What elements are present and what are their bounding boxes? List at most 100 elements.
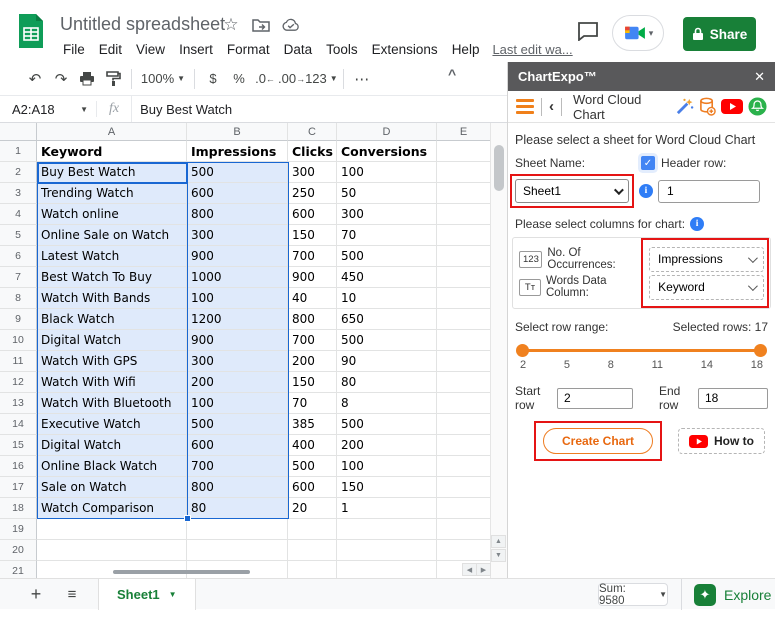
end-row-input[interactable] [698, 387, 768, 409]
cell-B17[interactable]: 800 [187, 477, 288, 498]
share-button[interactable]: Share [683, 17, 756, 51]
cell-D18[interactable]: 1 [337, 498, 437, 519]
menu-edit[interactable]: Edit [92, 40, 129, 59]
collapse-toolbar-icon[interactable]: ^ [448, 66, 456, 82]
cell-E11[interactable] [437, 351, 491, 372]
cell-C15[interactable]: 400 [288, 435, 337, 456]
menu-file[interactable]: File [56, 40, 92, 59]
cell-A1[interactable]: Keyword [37, 141, 187, 162]
print-icon[interactable] [74, 67, 100, 91]
cell-B6[interactable]: 900 [187, 246, 288, 267]
scroll-down-button[interactable]: ▼ [491, 549, 506, 562]
cell-A17[interactable]: Sale on Watch [37, 477, 187, 498]
scroll-up-button[interactable]: ▲ [491, 535, 506, 548]
start-row-input[interactable] [556, 387, 633, 409]
cell-D19[interactable] [337, 519, 437, 540]
occurrences-column-select[interactable]: Impressions [649, 246, 764, 272]
cell-E18[interactable] [437, 498, 491, 519]
cell-B5[interactable]: 300 [187, 225, 288, 246]
column-header-A[interactable]: A [37, 123, 187, 141]
cell-A12[interactable]: Watch With Wifi [37, 372, 187, 393]
cell-A7[interactable]: Best Watch To Buy [37, 267, 187, 288]
menu-format[interactable]: Format [220, 40, 277, 59]
cell-E3[interactable] [437, 183, 491, 204]
cell-D5[interactable]: 70 [337, 225, 437, 246]
cell-D11[interactable]: 90 [337, 351, 437, 372]
words-column-select[interactable]: Keyword [649, 274, 764, 300]
cell-E12[interactable] [437, 372, 491, 393]
name-box[interactable]: A2:A18 ▼ [0, 102, 96, 117]
cell-C17[interactable]: 600 [288, 477, 337, 498]
cell-B12[interactable]: 200 [187, 372, 288, 393]
cell-B20[interactable] [187, 540, 288, 561]
explore-button[interactable]: ✦ Explore [694, 582, 771, 607]
cell-E19[interactable] [437, 519, 491, 540]
cell-D9[interactable]: 650 [337, 309, 437, 330]
row-header-2[interactable]: 2 [0, 162, 37, 183]
vertical-scrollbar[interactable] [490, 123, 507, 578]
cell-A18[interactable]: Watch Comparison [37, 498, 187, 519]
select-all-corner[interactable] [0, 123, 37, 141]
cell-A4[interactable]: Watch online [37, 204, 187, 225]
menu-help[interactable]: Help [445, 40, 487, 59]
cell-C9[interactable]: 800 [288, 309, 337, 330]
hamburger-menu-icon[interactable] [516, 99, 534, 114]
cell-B14[interactable]: 500 [187, 414, 288, 435]
more-toolbar-button[interactable]: ⋯ [349, 67, 375, 91]
cell-B19[interactable] [187, 519, 288, 540]
cell-A2[interactable]: Buy Best Watch [37, 162, 187, 183]
cell-D1[interactable]: Conversions [337, 141, 437, 162]
cell-C20[interactable] [288, 540, 337, 561]
row-header-16[interactable]: 16 [0, 456, 37, 477]
cell-E4[interactable] [437, 204, 491, 225]
column-header-C[interactable]: C [288, 123, 337, 141]
last-edit-link[interactable]: Last edit wa... [492, 42, 572, 57]
cell-D15[interactable]: 200 [337, 435, 437, 456]
cell-B18[interactable]: 80 [187, 498, 288, 519]
cell-B3[interactable]: 600 [187, 183, 288, 204]
cell-D13[interactable]: 8 [337, 393, 437, 414]
row-header-20[interactable]: 20 [0, 540, 37, 561]
cell-B10[interactable]: 900 [187, 330, 288, 351]
notifications-bell-icon[interactable] [748, 97, 767, 116]
menu-extensions[interactable]: Extensions [365, 40, 445, 59]
document-title[interactable]: Untitled spreadsheet [60, 14, 225, 35]
cell-D12[interactable]: 80 [337, 372, 437, 393]
cell-A15[interactable]: Digital Watch [37, 435, 187, 456]
cell-C1[interactable]: Clicks [288, 141, 337, 162]
cell-A6[interactable]: Latest Watch [37, 246, 187, 267]
cell-E6[interactable] [437, 246, 491, 267]
row-header-14[interactable]: 14 [0, 414, 37, 435]
cell-B7[interactable]: 1000 [187, 267, 288, 288]
cell-D20[interactable] [337, 540, 437, 561]
decrease-decimal-button[interactable]: .0 ← [252, 67, 278, 91]
cell-D7[interactable]: 450 [337, 267, 437, 288]
cell-A11[interactable]: Watch With GPS [37, 351, 187, 372]
sheet-tab[interactable]: Sheet1 ▼ [98, 578, 196, 610]
header-row-checkbox[interactable]: ✓ [641, 156, 655, 170]
zoom-select[interactable]: 100% ▼ [137, 67, 189, 91]
row-header-7[interactable]: 7 [0, 267, 37, 288]
row-header-6[interactable]: 6 [0, 246, 37, 267]
cell-E15[interactable] [437, 435, 491, 456]
cell-E1[interactable] [437, 141, 491, 162]
number-format-select[interactable]: 123 ▼ [305, 67, 338, 91]
format-currency-button[interactable]: $ [200, 67, 226, 91]
cell-A14[interactable]: Executive Watch [37, 414, 187, 435]
cell-B4[interactable]: 800 [187, 204, 288, 225]
row-header-19[interactable]: 19 [0, 519, 37, 540]
cell-D8[interactable]: 10 [337, 288, 437, 309]
row-header-18[interactable]: 18 [0, 498, 37, 519]
row-range-slider[interactable] [516, 344, 767, 357]
add-sheet-button[interactable]: + [22, 584, 50, 605]
paint-format-icon[interactable] [100, 67, 126, 91]
info-icon[interactable]: i [690, 217, 705, 231]
back-icon[interactable]: ‹ [549, 98, 554, 115]
comments-icon[interactable] [577, 21, 599, 46]
sheets-logo-icon[interactable] [17, 12, 45, 50]
cell-A10[interactable]: Digital Watch [37, 330, 187, 351]
column-header-B[interactable]: B [187, 123, 288, 141]
scroll-right-button[interactable]: ▶ [476, 563, 491, 576]
column-header-E[interactable]: E [437, 123, 491, 141]
cell-E16[interactable] [437, 456, 491, 477]
